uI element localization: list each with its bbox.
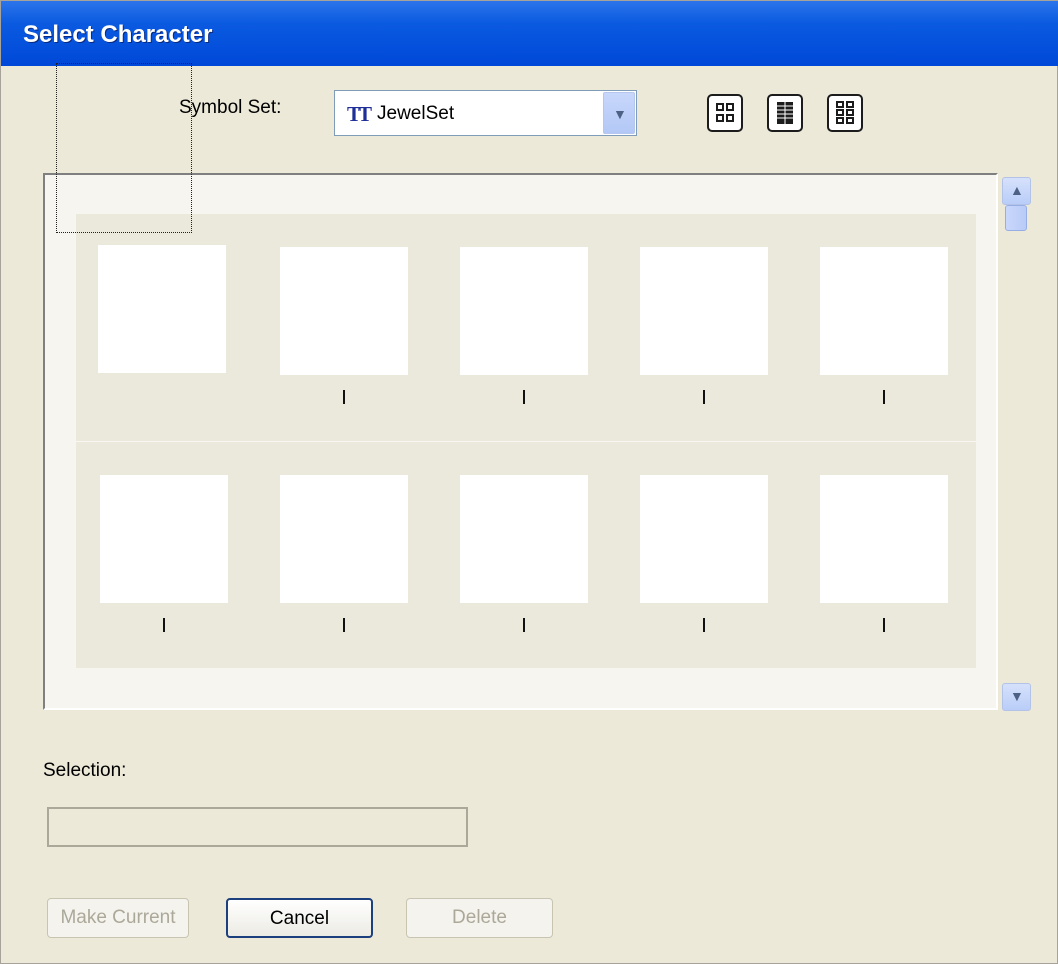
chevron-down-icon: ▼ (613, 106, 627, 122)
character-cell[interactable]: I (640, 247, 800, 437)
character-label: I (523, 618, 525, 632)
character-row: IIIII (76, 441, 976, 669)
character-preview (820, 475, 948, 603)
character-label: I (883, 618, 885, 632)
character-preview (640, 475, 768, 603)
selected-cell-focus-ring (56, 63, 192, 233)
chevron-up-icon: ▲ (1010, 182, 1024, 198)
symbol-set-dropdown[interactable]: TT JewelSet ▼ (334, 90, 637, 136)
chevron-down-icon: ▼ (1010, 688, 1024, 704)
small-grid-view-icon (836, 101, 854, 124)
character-cell[interactable]: I (820, 475, 980, 665)
make-current-button[interactable]: Make Current (47, 898, 189, 938)
cancel-button[interactable]: Cancel (226, 898, 373, 938)
character-label: I (163, 618, 165, 632)
scroll-up-button[interactable]: ▲ (1002, 177, 1031, 205)
character-label: I (343, 390, 345, 404)
delete-button[interactable]: Delete (406, 898, 553, 938)
character-label: I (883, 390, 885, 404)
character-cell[interactable]: I (640, 475, 800, 665)
scroll-down-button[interactable]: ▼ (1002, 683, 1031, 711)
character-cell[interactable]: I (280, 247, 440, 437)
vertical-scrollbar[interactable]: ▲ ▼ (1001, 173, 1033, 713)
character-label: I (703, 390, 705, 404)
character-cell[interactable]: I (460, 247, 620, 437)
large-grid-view-icon (716, 103, 734, 122)
character-label: I (523, 390, 525, 404)
selection-label: Selection: (43, 760, 127, 781)
character-grid-pane: I I I I I I I I I (43, 173, 998, 710)
symbol-set-value: JewelSet (377, 103, 455, 124)
character-label: I (343, 618, 345, 632)
character-preview (98, 245, 226, 373)
scroll-thumb[interactable] (1005, 205, 1027, 231)
dropdown-arrow-button[interactable]: ▼ (603, 92, 635, 134)
character-preview (100, 475, 228, 603)
selection-field (47, 807, 468, 847)
list-view-button[interactable] (767, 94, 803, 132)
select-character-dialog: Select Character Symbol Set: TT JewelSet… (0, 0, 1058, 964)
title-bar[interactable]: Select Character (1, 1, 1058, 66)
character-preview (640, 247, 768, 375)
character-grid: I I I I I I I I I (76, 214, 976, 668)
character-row: IIII (76, 214, 976, 441)
character-preview (280, 247, 408, 375)
large-grid-view-button[interactable] (707, 94, 743, 132)
character-preview (280, 475, 408, 603)
character-cell[interactable] (98, 245, 260, 437)
truetype-font-icon: TT (347, 102, 372, 126)
character-cell[interactable]: I (460, 475, 620, 665)
character-label: I (703, 618, 705, 632)
symbol-set-label: Symbol Set: (179, 97, 282, 118)
list-view-icon (777, 102, 793, 124)
character-cell[interactable]: I (100, 475, 260, 665)
small-grid-view-button[interactable] (827, 94, 863, 132)
character-preview (820, 247, 948, 375)
character-cell[interactable]: I (820, 247, 980, 437)
character-preview (460, 247, 588, 375)
character-preview (460, 475, 588, 603)
character-cell[interactable]: I (280, 475, 440, 665)
dialog-title: Select Character (23, 21, 213, 48)
